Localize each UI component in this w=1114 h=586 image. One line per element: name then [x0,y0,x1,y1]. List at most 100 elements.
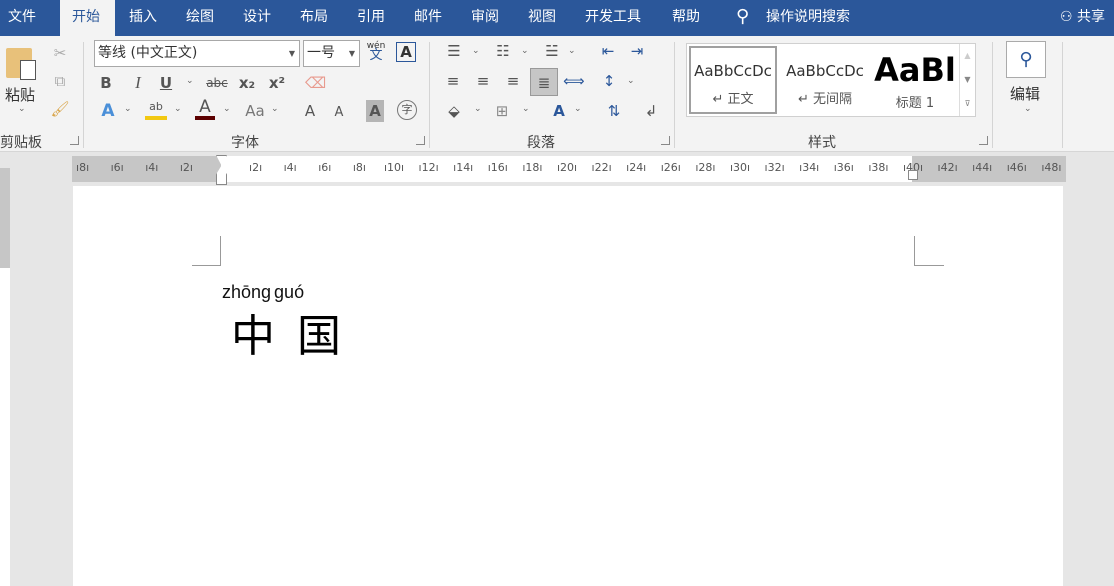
change-case-button[interactable]: Aa [244,100,266,122]
justify-icon[interactable]: ≣ [530,68,558,96]
cut-icon[interactable]: ✂ [50,42,70,64]
font-name-combo[interactable]: 等线 (中文正文) ▼ [94,40,300,67]
font-size-combo[interactable]: 一号 ▼ [303,40,360,67]
chevron-down-icon[interactable]: ⌄ [522,104,530,114]
ruler-label: ı44ı [972,161,993,174]
find-icon[interactable]: ⚲ [1006,41,1046,78]
align-right-icon[interactable]: ≡ [503,70,523,92]
tab-help[interactable]: 帮助 [664,0,708,36]
chevron-down-icon[interactable]: ⌄ [521,46,529,56]
scroll-up-icon[interactable]: ▲ [960,44,975,68]
tab-insert[interactable]: 插入 [121,0,165,36]
paste-dropdown-icon[interactable]: ⌄ [18,104,26,114]
styles-launcher-icon[interactable] [979,136,988,145]
divider [992,42,993,148]
group-label-clipboard: 剪贴板 [0,135,42,151]
tab-view[interactable]: 视图 [520,0,564,36]
gallery-scroll[interactable]: ▲ ▼ ⊽ [959,44,975,116]
style-heading-1[interactable]: AaBl 标题 1 [871,46,959,114]
font-size-value: 一号 [307,45,335,61]
show-marks-icon[interactable]: ↲ [640,100,662,122]
align-center-icon[interactable]: ≡ [473,70,493,92]
tab-design[interactable]: 设计 [235,0,279,36]
tell-me-search[interactable]: 操作说明搜索 [758,0,858,36]
paragraph-launcher-icon[interactable] [661,136,670,145]
enclose-characters-button[interactable]: 字 [397,100,417,120]
paste-button[interactable]: 粘贴 [5,84,35,105]
tab-file[interactable]: 文件 [0,0,44,36]
clipboard-launcher-icon[interactable] [70,136,79,145]
italic-button[interactable]: I [130,72,146,94]
margin-corner-mark [914,236,944,266]
tab-layout[interactable]: 布局 [292,0,336,36]
style-preview: AaBbCcDc [786,62,864,80]
copy-icon[interactable]: ⧉ [50,70,70,92]
ruler-label: ı4ı [145,161,159,174]
lightbulb-icon[interactable]: ⚲ [728,0,757,36]
document-page[interactable]: zhōng guó 中 国 [73,186,1063,586]
shading-icon[interactable]: ⬙ [443,100,465,122]
format-painter-icon[interactable]: 🖌 [50,98,70,120]
bold-button[interactable]: B [98,72,114,94]
shrink-font-button[interactable]: A [331,102,347,124]
sort-icon[interactable]: ⇅ [603,100,625,122]
chevron-down-icon[interactable]: ⌄ [271,104,279,114]
strikethrough-button[interactable]: abc [205,72,229,94]
tab-mailings[interactable]: 邮件 [406,0,450,36]
character-shading-button[interactable]: A [366,100,384,122]
margin-corner-mark [192,236,221,266]
font-launcher-icon[interactable] [416,136,425,145]
text-effects-button[interactable]: A [98,100,118,122]
line-spacing-icon[interactable]: ↕ [598,70,620,92]
decrease-indent-icon[interactable]: ⇤ [597,40,619,62]
align-left-icon[interactable]: ≡ [443,70,463,92]
tab-draw[interactable]: 绘图 [178,0,222,36]
distributed-icon[interactable]: ⟺ [563,70,585,92]
underline-button[interactable]: U [158,72,174,94]
tab-review[interactable]: 审阅 [463,0,507,36]
chevron-down-icon[interactable]: ⌄ [174,104,182,114]
style-normal[interactable]: AaBbCcDc ↵ 正文 [689,46,777,114]
right-indent-marker[interactable] [908,170,918,180]
style-name: 标题 1 [895,96,935,111]
style-no-spacing[interactable]: AaBbCcDc ↵ 无间隔 [781,46,869,114]
ruler-label: ı16ı [487,161,508,174]
character-border-button[interactable]: A [396,42,416,62]
vertical-ruler[interactable] [0,168,10,586]
document-text[interactable]: 中 国 [231,300,345,364]
chevron-down-icon[interactable]: ⌄ [223,104,231,114]
ribbon-tab-bar: 文件 开始 插入 绘图 设计 布局 引用 邮件 审阅 视图 开发工具 帮助 ⚲ … [0,0,1114,36]
subscript-button[interactable]: x₂ [238,72,256,94]
ruler-label: ı26ı [660,161,681,174]
chevron-down-icon[interactable]: ⌄ [627,76,635,86]
chevron-down-icon[interactable]: ⌄ [574,104,582,114]
share-button[interactable]: ⚇ 共享 [1052,0,1113,36]
grow-font-button[interactable]: A [302,100,318,122]
tab-references[interactable]: 引用 [349,0,393,36]
chevron-down-icon[interactable]: ⌄ [186,76,194,86]
gallery-more-icon[interactable]: ⊽ [960,92,975,116]
chinese-layout-icon[interactable]: A [548,100,570,122]
chevron-down-icon[interactable]: ⌄ [124,104,132,114]
multilevel-list-icon[interactable]: ☱ [541,40,563,62]
increase-indent-icon[interactable]: ⇥ [626,40,648,62]
phonetic-guide-button[interactable]: wén 文 [366,41,386,62]
borders-icon[interactable]: ⊞ [491,100,513,122]
scroll-down-icon[interactable]: ▼ [960,68,975,92]
font-color-button[interactable]: A [195,98,215,120]
editing-button[interactable]: 编辑 [1010,83,1040,104]
chevron-down-icon[interactable]: ⌄ [568,46,576,56]
chevron-down-icon[interactable]: ⌄ [1024,104,1032,114]
superscript-button[interactable]: x² [268,72,286,94]
clear-formatting-icon[interactable]: ⌫ [305,72,326,94]
bullets-icon[interactable]: ☰ [443,40,465,62]
highlight-color-button[interactable]: ab [145,98,167,120]
tab-developer[interactable]: 开发工具 [577,0,649,36]
chevron-down-icon[interactable]: ⌄ [474,104,482,114]
paste-icon[interactable] [4,44,40,80]
chevron-down-icon[interactable]: ⌄ [472,46,480,56]
ruler-label: ı2ı [179,161,193,174]
numbering-icon[interactable]: ☷ [492,40,514,62]
ruler-label: ı6ı [318,161,332,174]
tab-home[interactable]: 开始 [60,0,115,36]
